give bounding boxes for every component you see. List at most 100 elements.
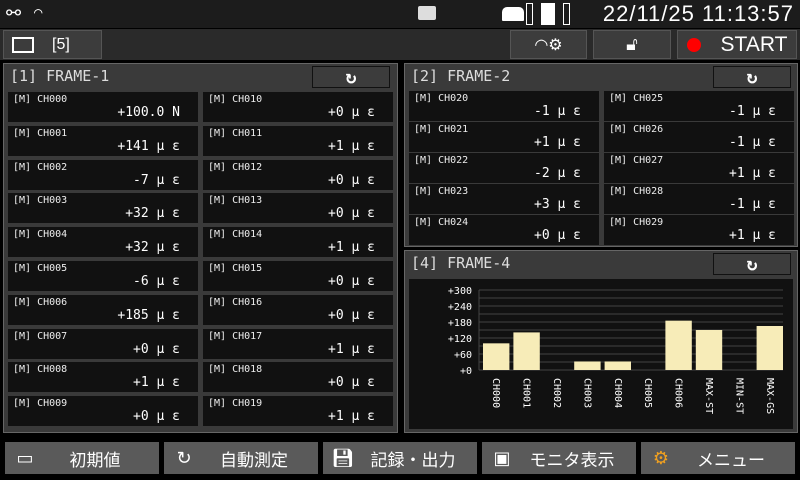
y-tick-label: +300 (448, 286, 472, 297)
x-tick-label: CH000 (490, 378, 501, 408)
channel-cell[interactable]: [M] CH010 +0 μ ε (203, 92, 393, 122)
channel-cell[interactable]: [M] CH009 +0 μ ε (8, 396, 198, 427)
channel-cell[interactable]: [M] CH020 -1 μ ε (409, 91, 599, 121)
x-tick-label: CH005 (642, 378, 653, 408)
storage-level-icon (526, 3, 533, 25)
channel-cell[interactable]: [M] CH015 +0 μ ε (203, 261, 393, 291)
initial-value-icon: ▭ (16, 447, 34, 469)
monitor-select-button[interactable]: [5] (3, 30, 102, 59)
storage-icon (502, 7, 524, 21)
status-bar: ⚯ ◠ 22/11/25 11:13:57 (0, 0, 800, 28)
sd-level-icon (563, 3, 570, 25)
refresh-icon: ↻ (345, 66, 357, 88)
bottom-button-label: メニュー (697, 450, 765, 471)
channel-cell[interactable]: [M] CH027 +1 μ ε (604, 153, 794, 183)
channel-value: +0 μ ε (328, 105, 375, 120)
channel-cell[interactable]: [M] CH029 +1 μ ε (604, 215, 794, 245)
channel-value: +0 μ ε (133, 341, 180, 357)
bottom-button-label: モニタ表示 (529, 450, 615, 471)
bottom-button-save-output[interactable]: 💾︎ 記録・出力 (323, 442, 477, 474)
channel-name: [M] CH028 (609, 186, 664, 197)
channel-cell[interactable]: [M] CH001 +141 μ ε (8, 125, 198, 156)
refresh-button[interactable]: ↻ (312, 66, 390, 88)
channel-name: [M] CH008 (13, 364, 68, 376)
bar (665, 320, 692, 370)
bottom-button-auto-measure[interactable]: ↻ 自動測定 (164, 442, 318, 474)
channel-value: +1 μ ε (328, 341, 375, 357)
gauge-icon: ◠ (34, 5, 43, 21)
sd-card-icon (541, 3, 555, 25)
toolbar: [5] ◠⚙ 🔓︎ START (0, 29, 800, 60)
bottom-button-label: 初期値 (69, 450, 121, 471)
bar-chart: +0 +60 +120 +180 +240 +300 CH000 CH001 CH002 CH00… (448, 286, 783, 414)
channel-name: [M] CH009 (13, 398, 68, 410)
channel-name: [M] CH015 (208, 263, 263, 274)
channel-cell[interactable]: [M] CH025 -1 μ ε (604, 91, 794, 121)
channel-name: [M] CH026 (609, 124, 664, 135)
monitor-label: [5] (52, 35, 70, 53)
channel-value: +1 μ ε (328, 240, 375, 256)
channel-value: -6 μ ε (133, 274, 180, 289)
channel-cell[interactable]: [M] CH007 +0 μ ε (8, 328, 198, 359)
channel-name: [M] CH006 (13, 296, 68, 308)
channel-value: +0 μ ε (133, 409, 180, 425)
channel-cell[interactable]: [M] CH018 +0 μ ε (203, 362, 393, 393)
refresh-icon: ↻ (746, 66, 758, 88)
channel-cell[interactable]: [M] CH004 +32 μ ε (8, 227, 198, 258)
channel-cell[interactable]: [M] CH002 -7 μ ε (8, 159, 198, 190)
refresh-button[interactable]: ↻ (713, 253, 791, 275)
refresh-icon: ↻ (746, 253, 758, 275)
channel-cell[interactable]: [M] CH021 +1 μ ε (409, 122, 599, 152)
channel-name: [M] CH017 (208, 330, 263, 342)
x-tick-label: CH003 (581, 378, 592, 408)
channel-name: [M] CH029 (609, 217, 664, 228)
channel-value: +1 μ ε (328, 409, 375, 425)
record-icon (686, 37, 701, 52)
lock-button[interactable]: 🔓︎ (593, 30, 671, 59)
channel-value: -1 μ ε (534, 104, 581, 119)
channel-cell[interactable]: [M] CH022 -2 μ ε (409, 153, 599, 183)
channel-cell[interactable]: [M] CH014 +1 μ ε (203, 227, 393, 258)
channel-cell[interactable]: [M] CH003 +32 μ ε (8, 193, 198, 224)
waveform-icon (12, 36, 34, 53)
bar-chart-area: +0 +60 +120 +180 +240 +300 CH000 CH001 CH002 CH00… (409, 279, 793, 429)
channel-cell[interactable]: [M] CH000 +100.0 N (8, 92, 198, 122)
channel-cell[interactable]: [M] CH024 +0 μ ε (409, 215, 599, 245)
channel-cell[interactable]: [M] CH008 +1 μ ε (8, 362, 198, 393)
channel-cell[interactable]: [M] CH016 +0 μ ε (203, 294, 393, 325)
y-tick-label: +180 (448, 318, 472, 329)
channel-value: -1 μ ε (729, 197, 776, 212)
frame-title: [2] FRAME-2 (411, 67, 511, 85)
x-tick-label: CH004 (612, 378, 623, 408)
bottom-button-label: 記録・出力 (370, 450, 456, 471)
channel-cell[interactable]: [M] CH011 +1 μ ε (203, 125, 393, 156)
start-button[interactable]: START (677, 30, 797, 59)
channel-cell[interactable]: [M] CH019 +1 μ ε (203, 396, 393, 427)
bottom-button-initial-value[interactable]: ▭ 初期値 (5, 442, 159, 474)
channel-value: +141 μ ε (117, 138, 180, 154)
channel-cell[interactable]: [M] CH005 -6 μ ε (8, 261, 198, 291)
datetime: 22/11/25 11:13:57 (602, 1, 794, 26)
bottom-button-menu-gear[interactable]: ⚙ メニュー (641, 442, 795, 474)
channel-cell[interactable]: [M] CH026 -1 μ ε (604, 122, 794, 152)
gauge-settings-button[interactable]: ◠⚙ (510, 30, 587, 59)
channel-cell[interactable]: [M] CH006 +185 μ ε (8, 294, 198, 325)
channel-cell[interactable]: [M] CH023 +3 μ ε (409, 184, 599, 214)
channel-cell[interactable]: [M] CH017 +1 μ ε (203, 328, 393, 359)
channel-cell[interactable]: [M] CH012 +0 μ ε (203, 159, 393, 190)
x-tick-label: CH006 (673, 378, 684, 408)
frame-title: [4] FRAME-4 (411, 254, 511, 272)
bottom-button-monitor-display[interactable]: ▣ モニタ表示 (482, 442, 636, 474)
refresh-button[interactable]: ↻ (713, 66, 791, 88)
channel-value: -2 μ ε (534, 166, 581, 181)
channel-name: [M] CH019 (208, 398, 263, 410)
monitor-display-icon: ▣ (493, 447, 511, 469)
x-tick-label: MAX-ST (703, 378, 714, 414)
channel-name: [M] CH022 (414, 155, 469, 166)
channel-cell[interactable]: [M] CH013 +0 μ ε (203, 193, 393, 224)
usb-icon (418, 6, 436, 20)
channel-cell[interactable]: [M] CH028 -1 μ ε (604, 184, 794, 214)
bar (695, 330, 723, 370)
channel-value: +185 μ ε (117, 307, 180, 323)
bar (483, 343, 510, 370)
